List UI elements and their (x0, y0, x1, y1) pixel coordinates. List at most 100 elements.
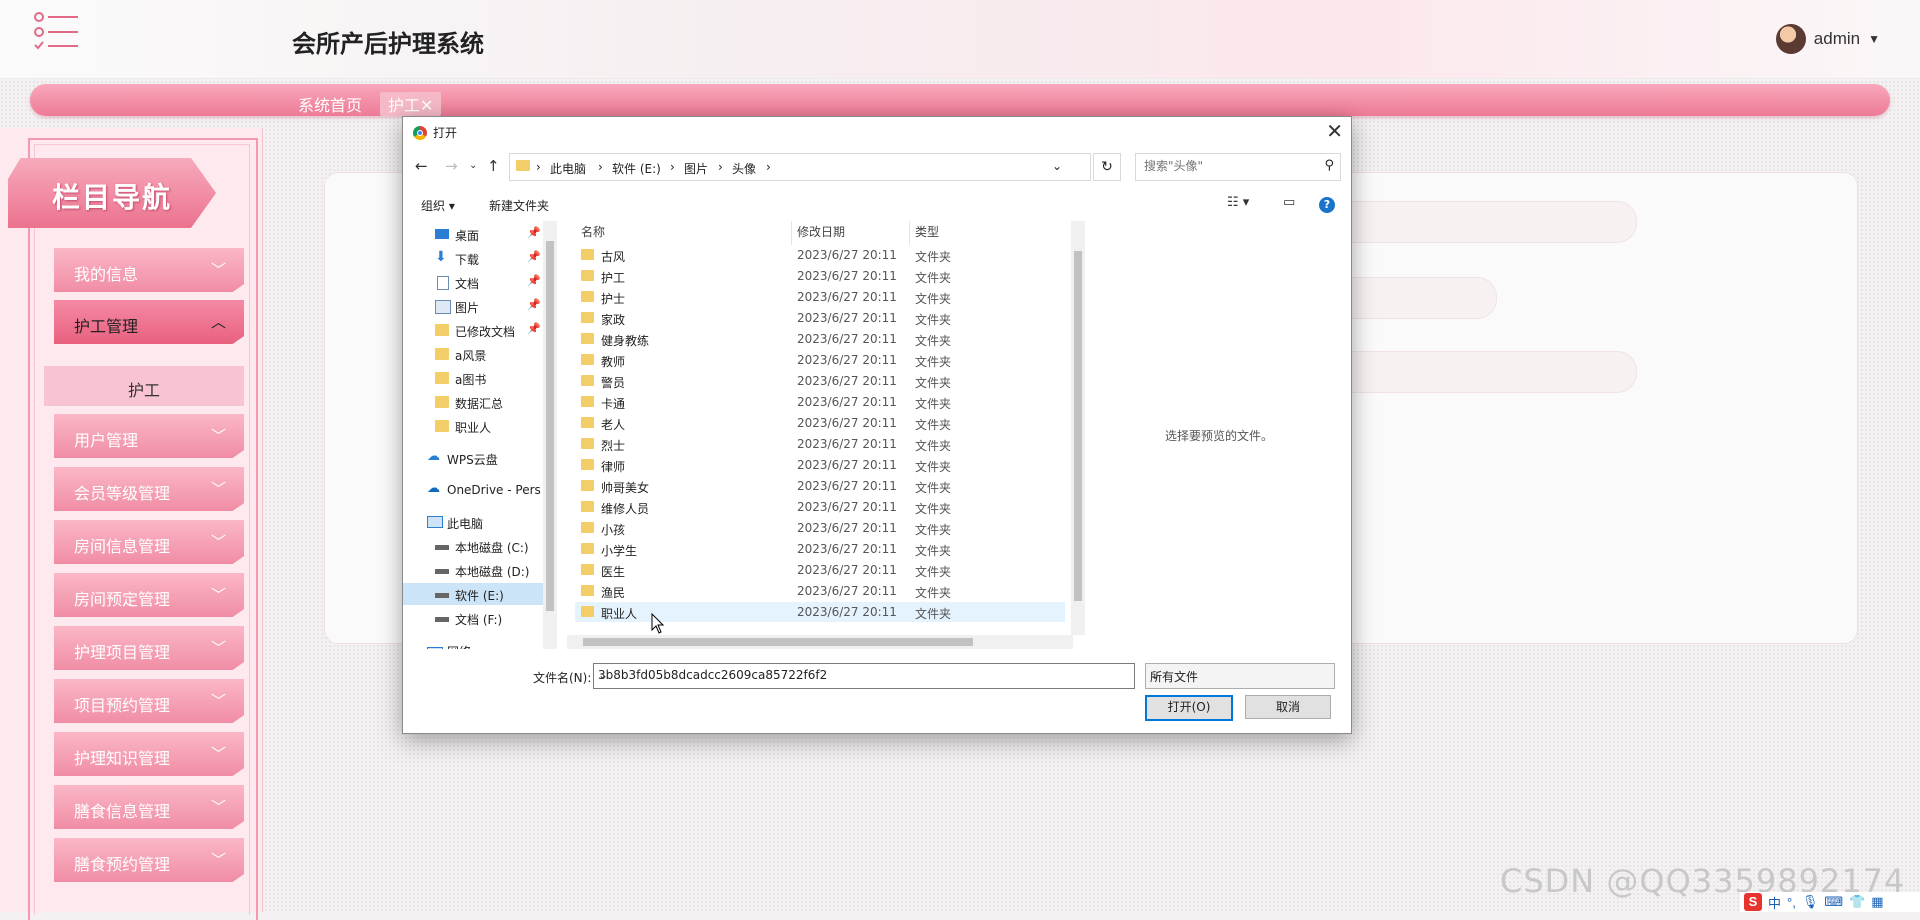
file-row[interactable]: 烈士 2023/6/27 20:11 文件夹 (575, 434, 1065, 454)
nav-item-drive-c[interactable]: 本地磁盘 (C:) (403, 535, 557, 557)
nav-item-label: 此电脑 (447, 517, 484, 531)
column-header-date[interactable]: 修改日期 (797, 223, 845, 243)
ime-toolbar[interactable]: S 中 °, 🎙 ⌨ 👕 ▦ (1740, 892, 1920, 912)
sidebar-item-care-project[interactable]: 护理项目管理 ﹀ (54, 626, 244, 670)
file-row[interactable]: 家政 2023/6/27 20:11 文件夹 (575, 308, 1065, 328)
address-bar[interactable]: › 此电脑 › 软件 (E:) › 图片 › 头像 › ⌄ (509, 153, 1091, 181)
tab-nurse[interactable]: 护工✕ (380, 92, 442, 116)
file-name: 教师 (601, 355, 626, 369)
user-menu[interactable]: admin ▼ (1775, 24, 1880, 54)
nav-pane-scrollbar[interactable] (543, 221, 557, 649)
sidebar-item-member-level[interactable]: 会员等级管理 ﹀ (54, 467, 244, 511)
nav-item-network[interactable]: 网络 (403, 639, 557, 649)
chevron-down-icon[interactable]: ⌄ (598, 668, 1128, 682)
breadcrumb-drive-e[interactable]: 软件 (E:) (612, 160, 661, 177)
nav-item-documents[interactable]: 文档 📌 (403, 271, 557, 293)
file-row[interactable]: 小孩 2023/6/27 20:11 文件夹 (575, 518, 1065, 538)
new-folder-button[interactable]: 新建文件夹 (489, 197, 549, 214)
search-box[interactable]: ⚲ (1135, 153, 1341, 181)
organize-button[interactable]: 组织 ▾ (421, 197, 455, 214)
file-row[interactable]: 健身教练 2023/6/27 20:11 文件夹 (575, 329, 1065, 349)
file-row[interactable]: 医生 2023/6/27 20:11 文件夹 (575, 560, 1065, 580)
search-input[interactable] (1142, 158, 1306, 174)
file-row[interactable]: 古风 2023/6/27 20:11 文件夹 (575, 245, 1065, 265)
sidebar-item-meal-info[interactable]: 膳食信息管理 ﹀ (54, 785, 244, 829)
nav-item-modified-docs[interactable]: 已修改文档 📌 (403, 319, 557, 341)
close-icon[interactable]: ✕ (1326, 119, 1343, 143)
open-button[interactable]: 打开(O) (1145, 695, 1233, 721)
breadcrumb-this-pc[interactable]: 此电脑 (550, 160, 586, 177)
file-row[interactable]: 渔民 2023/6/27 20:11 文件夹 (575, 581, 1065, 601)
file-row[interactable]: 老人 2023/6/27 20:11 文件夹 (575, 413, 1065, 433)
column-separator[interactable] (909, 221, 910, 245)
file-list-hscrollbar[interactable] (567, 635, 1073, 649)
sidebar-item-room-info[interactable]: 房间信息管理 ﹀ (54, 520, 244, 564)
ime-language[interactable]: 中 (1768, 893, 1781, 912)
scrollbar-thumb[interactable] (583, 638, 973, 646)
skin-icon[interactable]: 👕 (1849, 894, 1865, 910)
file-name: 帅哥美女 (601, 481, 650, 495)
nav-item-downloads[interactable]: ⬇ 下载 📌 (403, 247, 557, 269)
file-row[interactable]: 护士 2023/6/27 20:11 文件夹 (575, 287, 1065, 307)
toolbox-icon[interactable]: ▦ (1871, 894, 1883, 910)
file-row[interactable]: 卡通 2023/6/27 20:11 文件夹 (575, 392, 1065, 412)
file-list-scrollbar[interactable] (1071, 221, 1085, 635)
column-header-type[interactable]: 类型 (915, 223, 939, 243)
recent-chevron-icon[interactable]: ⌄ (469, 160, 477, 171)
sidebar-item-project-booking[interactable]: 项目预约管理 ﹀ (54, 679, 244, 723)
nav-item-drive-d[interactable]: 本地磁盘 (D:) (403, 559, 557, 581)
preview-pane-icon[interactable]: ▭ (1283, 195, 1295, 210)
breadcrumb-avatar[interactable]: 头像 (732, 160, 756, 177)
nav-item-wps-cloud[interactable]: ☁ WPS云盘 (403, 447, 557, 469)
up-arrow-icon[interactable]: ↑ (487, 157, 500, 175)
column-separator[interactable] (791, 221, 792, 245)
keyboard-icon[interactable]: ⌨ (1824, 894, 1843, 910)
nav-item-books[interactable]: a图书 (403, 367, 557, 389)
back-arrow-icon[interactable]: ← (415, 157, 428, 175)
nav-item-this-pc[interactable]: 此电脑 (403, 511, 557, 533)
nav-item-desktop[interactable]: 桌面 📌 (403, 223, 557, 245)
nav-item-pictures[interactable]: 图片 📌 (403, 295, 557, 317)
view-options-icon[interactable]: ☷ ▾ (1227, 195, 1249, 210)
filename-input[interactable]: 3b8b3fd05b8dcadcc2609ca85722f6f2 ⌄ (593, 663, 1135, 689)
file-row[interactable]: 律师 2023/6/27 20:11 文件夹 (575, 455, 1065, 475)
scrollbar-thumb[interactable] (1074, 251, 1082, 601)
breadcrumb-separator: › (598, 160, 603, 174)
menu-icon[interactable] (34, 12, 80, 52)
nav-item-professionals[interactable]: 职业人 (403, 415, 557, 437)
tab-home[interactable]: 系统首页 (298, 92, 362, 116)
column-header-name[interactable]: 名称 (581, 223, 605, 243)
sidebar-item-room-booking[interactable]: 房间预定管理 ﹀ (54, 573, 244, 617)
forward-arrow-icon[interactable]: → (445, 157, 458, 175)
file-row[interactable]: 警员 2023/6/27 20:11 文件夹 (575, 371, 1065, 391)
file-row[interactable]: 帅哥美女 2023/6/27 20:11 文件夹 (575, 476, 1065, 496)
file-row[interactable]: 教师 2023/6/27 20:11 文件夹 (575, 350, 1065, 370)
sidebar-subitem-nurse[interactable]: 护工 (44, 366, 244, 406)
file-row[interactable]: 小学生 2023/6/27 20:11 文件夹 (575, 539, 1065, 559)
scrollbar-thumb[interactable] (546, 241, 554, 611)
breadcrumb-pictures[interactable]: 图片 (684, 160, 708, 177)
help-icon[interactable]: ? (1319, 197, 1335, 213)
sidebar-item-care-knowledge[interactable]: 护理知识管理 ﹀ (54, 732, 244, 776)
nav-item-onedrive[interactable]: ☁ OneDrive - Pers (403, 479, 557, 501)
file-row[interactable]: 护工 2023/6/27 20:11 文件夹 (575, 266, 1065, 286)
network-icon (427, 647, 443, 649)
chevron-down-icon: ﹀ (210, 534, 226, 551)
nav-item-data-summary[interactable]: 数据汇总 (403, 391, 557, 413)
punctuation-icon[interactable]: °, (1787, 895, 1796, 910)
file-row[interactable]: 维修人员 2023/6/27 20:11 文件夹 (575, 497, 1065, 517)
cancel-button[interactable]: 取消 (1245, 695, 1331, 719)
nav-item-scenery[interactable]: a风景 (403, 343, 557, 365)
sidebar-item-user-management[interactable]: 用户管理 ﹀ (54, 414, 244, 458)
nav-item-drive-f[interactable]: 文档 (F:) (403, 607, 557, 629)
nav-item-drive-e[interactable]: 软件 (E:) (403, 583, 557, 605)
filetype-select[interactable]: 所有文件 ⌄ (1145, 663, 1335, 689)
sidebar-item-meal-booking[interactable]: 膳食预约管理 ﹀ (54, 838, 244, 882)
pin-icon: 📌 (527, 250, 541, 263)
microphone-icon[interactable]: 🎙 (1802, 894, 1819, 910)
refresh-button[interactable]: ↻ (1093, 153, 1121, 181)
sidebar-item-nurse-management[interactable]: 护工管理 ︿ (54, 300, 244, 344)
sidebar-item-my-info[interactable]: 我的信息 ﹀ (54, 248, 244, 292)
chevron-down-icon[interactable]: ⌄ (1052, 159, 1062, 173)
file-row[interactable]: 职业人 2023/6/27 20:11 文件夹 (575, 602, 1065, 622)
